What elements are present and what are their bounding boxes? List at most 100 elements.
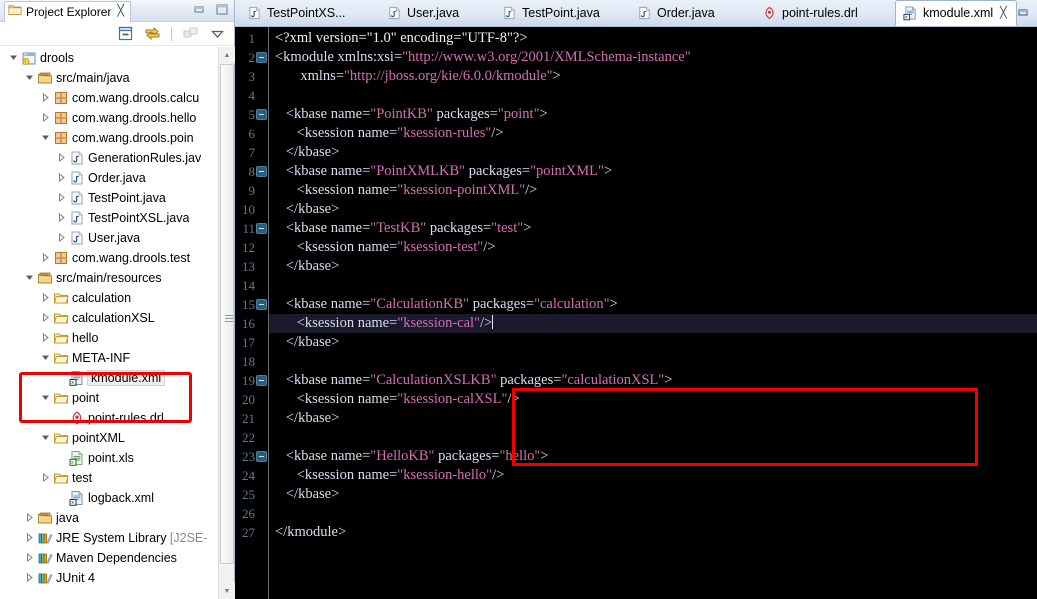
chevron-right-icon[interactable]: [22, 512, 36, 524]
editor-tab-order-java[interactable]: Order.java: [630, 0, 724, 26]
fold-collapse-icon[interactable]: [256, 109, 267, 120]
fold-collapse-icon[interactable]: [256, 451, 267, 462]
chevron-right-icon[interactable]: [54, 232, 68, 244]
tree-item-generationrules-jav[interactable]: GenerationRules.jav: [0, 148, 234, 168]
chevron-down-icon[interactable]: [38, 353, 52, 364]
chevron-right-icon[interactable]: [22, 532, 36, 544]
xml-code-editor[interactable]: 1 2 3 4 5 6 7 8 9 10 11 12 13 14 15 16 17 18 19 20 21 22 23 24 2…: [235, 27, 1037, 599]
code-line[interactable]: <kmodule xmlns:xsi="http://www.w3.org/20…: [275, 48, 1037, 67]
editor-tab-user-java[interactable]: User.java: [380, 0, 468, 26]
code-line[interactable]: <ksession name="ksession-hello"/>: [275, 466, 1037, 485]
tree-item-meta-inf[interactable]: META-INF: [0, 348, 234, 368]
editor-tab-kmodule-xml[interactable]: x kmodule.xml ╳: [895, 0, 1017, 26]
chevron-right-icon[interactable]: [38, 112, 52, 124]
tree-item-junit-4[interactable]: JUnit 4: [0, 568, 234, 588]
code-line[interactable]: xmlns="http://jboss.org/kie/6.0.0/kmodul…: [275, 67, 1037, 86]
scroll-down-arrow-icon[interactable]: ▼: [219, 583, 235, 599]
tree-vertical-scrollbar[interactable]: ▲ ▼: [218, 47, 235, 599]
chevron-down-icon[interactable]: [22, 73, 36, 84]
fold-collapse-icon[interactable]: [256, 166, 267, 177]
tree-item-hello[interactable]: hello: [0, 328, 234, 348]
chevron-down-icon[interactable]: [38, 433, 52, 444]
code-text[interactable]: <?xml version="1.0" encoding="UTF-8"?> <k…: [269, 27, 1037, 599]
tree-item-com-wang-drools-hello[interactable]: com.wang.drools.hello: [0, 108, 234, 128]
code-line[interactable]: </kmodule>: [275, 523, 1037, 542]
chevron-right-icon[interactable]: [54, 152, 68, 164]
code-line[interactable]: </kbase>: [275, 333, 1037, 352]
editor-tab-testpoint-java[interactable]: TestPoint.java: [495, 0, 609, 26]
tree-item-test[interactable]: test: [0, 468, 234, 488]
fold-marker-column[interactable]: [256, 27, 268, 599]
code-line[interactable]: <ksession name="ksession-rules"/>: [275, 124, 1037, 143]
tree-item-drools[interactable]: M! drools: [0, 48, 234, 68]
code-line[interactable]: [275, 86, 1037, 105]
tree-item-maven-dependencies[interactable]: Maven Dependencies: [0, 548, 234, 568]
code-line[interactable]: <ksession name="ksession-calXSL"/>: [275, 390, 1037, 409]
code-line[interactable]: <kbase name="TestKB" packages="test">: [275, 219, 1037, 238]
code-line[interactable]: [275, 352, 1037, 371]
code-line[interactable]: <kbase name="CalculationKB" packages="ca…: [275, 295, 1037, 314]
code-line[interactable]: <kbase name="PointKB" packages="point">: [275, 105, 1037, 124]
code-line[interactable]: </kbase>: [275, 200, 1037, 219]
code-line[interactable]: <ksession name="ksession-test"/>: [275, 238, 1037, 257]
project-explorer-tab[interactable]: Project Explorer ╳: [4, 0, 131, 22]
chevron-right-icon[interactable]: [54, 212, 68, 224]
tree-item-java[interactable]: java: [0, 508, 234, 528]
code-line[interactable]: </kbase>: [275, 409, 1037, 428]
tree-item-calculation[interactable]: calculation: [0, 288, 234, 308]
chevron-right-icon[interactable]: [22, 552, 36, 564]
minimize-view-button[interactable]: [192, 3, 206, 16]
code-line[interactable]: <ksession name="ksession-cal"/>: [275, 314, 1037, 333]
editor-tab-point-rules-drl[interactable]: point-rules.drl: [755, 0, 867, 26]
code-line[interactable]: [275, 276, 1037, 295]
tree-item-jre-system-library[interactable]: JRE System Library [J2SE-: [0, 528, 234, 548]
tree-item-testpoint-java[interactable]: TestPoint.java: [0, 188, 234, 208]
tree-item-point[interactable]: point: [0, 388, 234, 408]
editor-tab-testpointxs[interactable]: TestPointXS...: [240, 0, 355, 26]
code-line[interactable]: </kbase>: [275, 485, 1037, 504]
chevron-down-icon[interactable]: [6, 53, 20, 64]
tree-item-pointxml[interactable]: pointXML: [0, 428, 234, 448]
tree-item-src-main-java[interactable]: src/main/java: [0, 68, 234, 88]
collapse-all-icon[interactable]: [117, 25, 134, 42]
maximize-view-button[interactable]: [215, 3, 229, 16]
chevron-right-icon[interactable]: [38, 92, 52, 104]
tree-item-point-rules-drl[interactable]: point-rules.drl: [0, 408, 234, 428]
view-menu-icon[interactable]: [182, 25, 199, 42]
code-line[interactable]: <?xml version="1.0" encoding="UTF-8"?>: [275, 29, 1037, 48]
tree-item-com-wang-drools-test[interactable]: com.wang.drools.test: [0, 248, 234, 268]
code-line[interactable]: <kbase name="HelloKB" packages="hello">: [275, 447, 1037, 466]
code-line[interactable]: [275, 504, 1037, 523]
tree-item-order-java[interactable]: Order.java: [0, 168, 234, 188]
tree-item-testpointxsl-java[interactable]: TestPointXSL.java: [0, 208, 234, 228]
chevron-right-icon[interactable]: [54, 172, 68, 184]
code-line[interactable]: <kbase name="CalculationXSLKB" packages=…: [275, 371, 1037, 390]
chevron-right-icon[interactable]: [22, 572, 36, 584]
chevron-right-icon[interactable]: [54, 192, 68, 204]
close-icon[interactable]: ╳: [1000, 7, 1007, 19]
chevron-right-icon[interactable]: [38, 332, 52, 344]
fold-collapse-icon[interactable]: [256, 299, 267, 310]
code-line[interactable]: <ksession name="ksession-pointXML"/>: [275, 181, 1037, 200]
fold-collapse-icon[interactable]: [256, 375, 267, 386]
tree-item-user-java[interactable]: User.java: [0, 228, 234, 248]
chevron-down-icon[interactable]: [209, 25, 226, 42]
minimize-editor-button[interactable]: [1016, 6, 1030, 22]
chevron-down-icon[interactable]: [38, 133, 52, 144]
code-line[interactable]: </kbase>: [275, 143, 1037, 162]
tree-item-com-wang-drools-poin[interactable]: com.wang.drools.poin: [0, 128, 234, 148]
project-tree[interactable]: M! drools src/main/java com.wang.drools.cal…: [0, 47, 234, 599]
fold-collapse-icon[interactable]: [256, 52, 267, 63]
code-line[interactable]: <kbase name="PointXMLKB" packages="point…: [275, 162, 1037, 181]
close-icon[interactable]: ╳: [117, 6, 124, 17]
tree-item-logback-xml[interactable]: x logback.xml: [0, 488, 234, 508]
code-line[interactable]: </kbase>: [275, 257, 1037, 276]
code-line[interactable]: [275, 428, 1037, 447]
chevron-right-icon[interactable]: [38, 312, 52, 324]
chevron-down-icon[interactable]: [38, 393, 52, 404]
chevron-right-icon[interactable]: [38, 252, 52, 264]
chevron-down-icon[interactable]: [22, 273, 36, 284]
scroll-thumb[interactable]: [220, 64, 234, 564]
chevron-right-icon[interactable]: [38, 472, 52, 484]
tree-item-com-wang-drools-calcu[interactable]: com.wang.drools.calcu: [0, 88, 234, 108]
